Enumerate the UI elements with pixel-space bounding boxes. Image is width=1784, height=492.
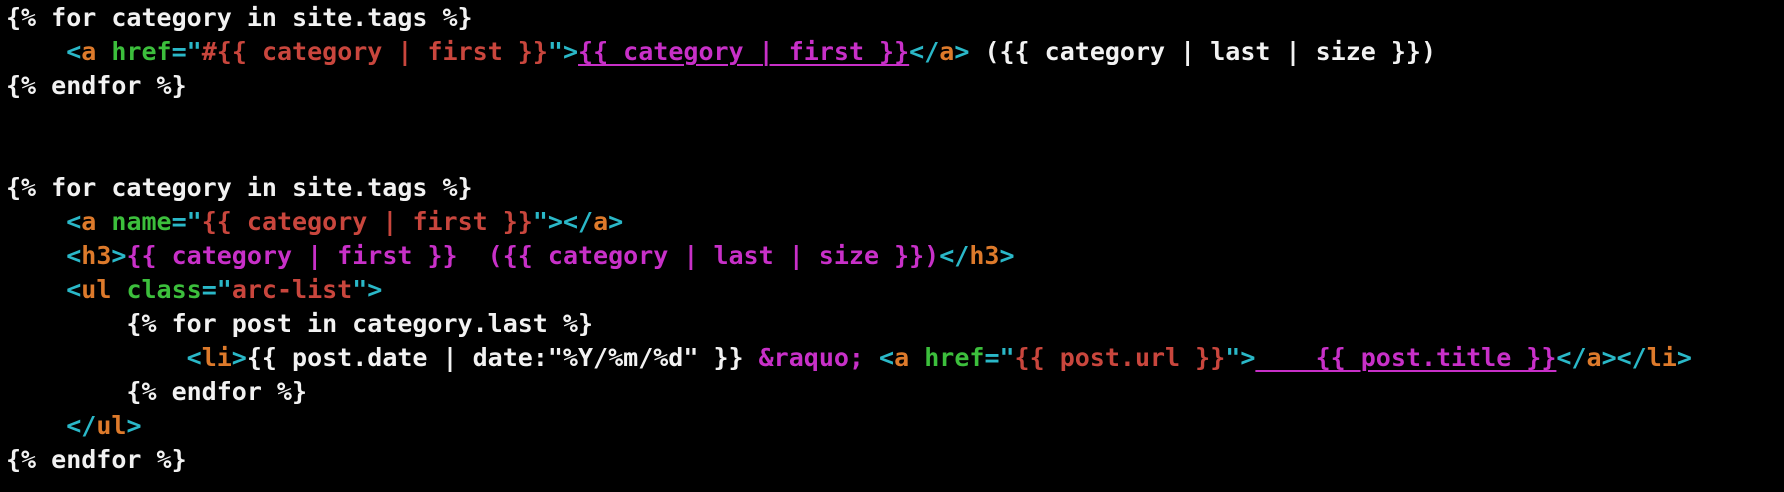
- code-token: >: [111, 241, 127, 270]
- code-token: &raquo;: [758, 343, 864, 372]
- code-token: arc-list: [231, 275, 353, 304]
- code-token: a: [593, 207, 609, 236]
- code-token: ">: [547, 37, 579, 66]
- code-token: {% for category in site.tags %}: [6, 173, 473, 202]
- code-token: {% endfor %}: [6, 71, 187, 100]
- code-token: </: [909, 37, 940, 66]
- code-token: a: [1586, 343, 1602, 372]
- code-token: {% for category in site.tags %}: [6, 3, 473, 32]
- code-token: h3: [81, 241, 112, 270]
- code-token: ></: [1601, 343, 1647, 372]
- code-token: =": [984, 343, 1015, 372]
- terminal-window[interactable]: {% for category in site.tags %} <a href=…: [0, 0, 1784, 492]
- code-token: href: [924, 343, 985, 372]
- code-token: li: [201, 343, 232, 372]
- code-token: ">: [1225, 343, 1256, 372]
- code-token: <: [186, 343, 202, 372]
- code-line: {% for post in category.last %}: [6, 307, 1784, 341]
- code-token: ({{ category | last | size }}): [969, 37, 1436, 66]
- code-token: </: [66, 411, 97, 440]
- code-token: >: [608, 207, 624, 236]
- code-token: <: [66, 207, 82, 236]
- code-token: <: [66, 37, 82, 66]
- code-line: {% for category in site.tags %}: [6, 171, 1784, 205]
- code-token: </: [1556, 343, 1587, 372]
- code-token: ">: [352, 275, 383, 304]
- code-token: li: [1646, 343, 1677, 372]
- code-token: =": [171, 37, 202, 66]
- code-token: {{ category | first }}: [201, 207, 533, 236]
- code-token: >: [954, 37, 970, 66]
- code-token: a: [894, 343, 910, 372]
- code-token: {{ post.url }}: [1014, 343, 1226, 372]
- code-token: class: [126, 275, 202, 304]
- code-line: <li>{{ post.date | date:"%Y/%m/%d" }} &r…: [6, 341, 1784, 375]
- code-line: {% for category in site.tags %}: [6, 1, 1784, 35]
- code-token: {% endfor %}: [6, 445, 187, 474]
- code-token: href: [111, 37, 172, 66]
- code-token: =": [201, 275, 232, 304]
- code-token: ul: [81, 275, 112, 304]
- code-token: >: [231, 343, 247, 372]
- code-token: {{ post.date | date:"%Y/%m/%d" }}: [246, 343, 759, 372]
- code-token: >: [999, 241, 1015, 270]
- code-token: >: [1676, 343, 1692, 372]
- code-token: h3: [969, 241, 1000, 270]
- code-token: a: [81, 37, 97, 66]
- code-line: </ul>: [6, 409, 1784, 443]
- code-token: {{ category | first }} ({{ category | la…: [126, 241, 940, 270]
- code-token: #{{ category | first }}: [201, 37, 548, 66]
- code-line: {% endfor %}: [6, 69, 1784, 103]
- code-token: {{ category | first }}: [578, 37, 910, 66]
- code-line: <h3>{{ category | first }} ({{ category …: [6, 239, 1784, 273]
- code-token: =": [171, 207, 202, 236]
- code-line: <a name="{{ category | first }}"></a>: [6, 205, 1784, 239]
- code-token: a: [939, 37, 955, 66]
- code-token: <: [879, 343, 895, 372]
- code-line: {% endfor %}: [6, 443, 1784, 477]
- code-token: {% for post in category.last %}: [6, 309, 593, 338]
- code-token: <: [66, 275, 82, 304]
- code-line: {% endfor %}: [6, 375, 1784, 409]
- code-token: <: [66, 241, 82, 270]
- code-token: a: [81, 207, 97, 236]
- code-token: >: [126, 411, 142, 440]
- code-token: {{ post.title }}: [1255, 343, 1557, 372]
- code-line: <ul class="arc-list">: [6, 273, 1784, 307]
- code-token: ul: [96, 411, 127, 440]
- code-token: "></: [532, 207, 594, 236]
- code-line: <a href="#{{ category | first }}">{{ cat…: [6, 35, 1784, 69]
- code-token: name: [111, 207, 172, 236]
- code-token: {% endfor %}: [6, 377, 308, 406]
- code-token: </: [939, 241, 970, 270]
